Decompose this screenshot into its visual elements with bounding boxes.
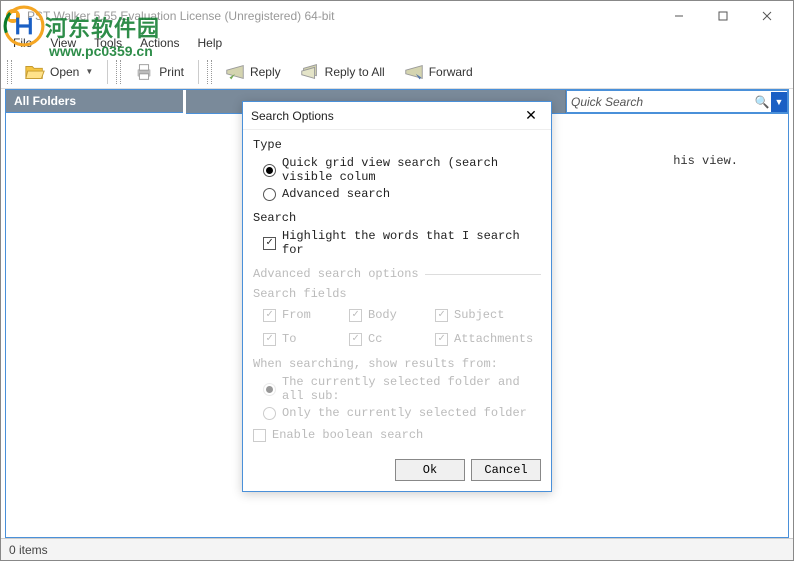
cc-checkbox: Cc (349, 332, 429, 346)
menubar: File View Tools Actions Help (1, 31, 793, 55)
checkbox-icon (253, 429, 266, 442)
titlebar: PST Walker 5.55 Evaluation License (Unre… (1, 1, 793, 31)
status-item-count: 0 items (9, 543, 48, 557)
menu-file[interactable]: File (5, 34, 40, 52)
menu-tools[interactable]: Tools (86, 34, 130, 52)
quick-search-box[interactable]: 🔍 ▼ (566, 90, 788, 113)
search-options-dialog: Search Options ✕ Type Quick grid view se… (242, 101, 552, 492)
checkbox-icon (349, 333, 362, 346)
view-message-fragment: his view. (673, 154, 738, 168)
divider (425, 274, 541, 275)
maximize-button[interactable] (701, 2, 745, 30)
advanced-search-radio[interactable]: Advanced search (263, 187, 541, 201)
separator (107, 60, 108, 84)
open-button[interactable]: Open ▼ (18, 58, 99, 86)
forward-button[interactable]: Forward (397, 58, 479, 86)
results-all-radio: The currently selected folder and all su… (263, 375, 541, 403)
highlight-checkbox[interactable]: Highlight the words that I search for (263, 229, 541, 257)
app-icon (5, 8, 21, 24)
folders-header: All Folders (6, 90, 183, 113)
radio-icon (263, 188, 276, 201)
chevron-down-icon: ▼ (85, 67, 93, 76)
folders-tree[interactable] (6, 113, 183, 536)
separator (198, 60, 199, 84)
from-checkbox: From (263, 308, 343, 322)
advanced-options-label: Advanced search options (253, 267, 419, 281)
checkbox-icon (435, 309, 448, 322)
search-icon[interactable]: 🔍 (753, 95, 771, 109)
subject-checkbox: Subject (435, 308, 545, 322)
minimize-button[interactable] (657, 2, 701, 30)
menu-help[interactable]: Help (190, 34, 231, 52)
quick-search-radio[interactable]: Quick grid view search (search visible c… (263, 156, 541, 184)
radio-icon (263, 164, 276, 177)
radio-icon (263, 383, 276, 396)
toolbar-grip[interactable] (207, 60, 212, 84)
folders-panel: All Folders (6, 90, 186, 537)
search-input[interactable] (567, 93, 753, 111)
toolbar-grip[interactable] (116, 60, 121, 84)
reply-all-button[interactable]: Reply to All (293, 58, 391, 86)
dialog-close-button[interactable]: ✕ (519, 104, 543, 128)
toolbar: Open ▼ Print Reply Reply to All Forward (1, 55, 793, 89)
statusbar: 0 items (1, 538, 793, 560)
forward-icon (403, 61, 425, 83)
search-dropdown-button[interactable]: ▼ (771, 92, 787, 112)
printer-icon (133, 61, 155, 83)
checkbox-icon (263, 237, 276, 250)
results-only-radio: Only the currently selected folder (263, 406, 541, 420)
search-fields-label: Search fields (253, 287, 541, 301)
to-checkbox: To (263, 332, 343, 346)
cancel-button[interactable]: Cancel (471, 459, 541, 481)
checkbox-icon (435, 333, 448, 346)
window-title: PST Walker 5.55 Evaluation License (Unre… (27, 9, 657, 23)
checkbox-icon (263, 309, 276, 322)
search-group-label: Search (253, 211, 541, 225)
results-from-label: When searching, show results from: (253, 357, 541, 371)
folder-open-icon (24, 61, 46, 83)
dialog-title: Search Options (251, 109, 519, 123)
reply-icon (224, 61, 246, 83)
body-checkbox: Body (349, 308, 429, 322)
menu-view[interactable]: View (42, 34, 84, 52)
boolean-checkbox: Enable boolean search (253, 428, 541, 442)
close-button[interactable] (745, 2, 789, 30)
reply-all-icon (299, 61, 321, 83)
attachments-checkbox: Attachments (435, 332, 545, 346)
checkbox-icon (349, 309, 362, 322)
toolbar-grip[interactable] (7, 60, 12, 84)
checkbox-icon (263, 333, 276, 346)
type-group-label: Type (253, 138, 541, 152)
dialog-titlebar[interactable]: Search Options ✕ (243, 102, 551, 130)
reply-button[interactable]: Reply (218, 58, 287, 86)
radio-icon (263, 407, 276, 420)
menu-actions[interactable]: Actions (132, 34, 187, 52)
ok-button[interactable]: Ok (395, 459, 465, 481)
print-button[interactable]: Print (127, 58, 190, 86)
